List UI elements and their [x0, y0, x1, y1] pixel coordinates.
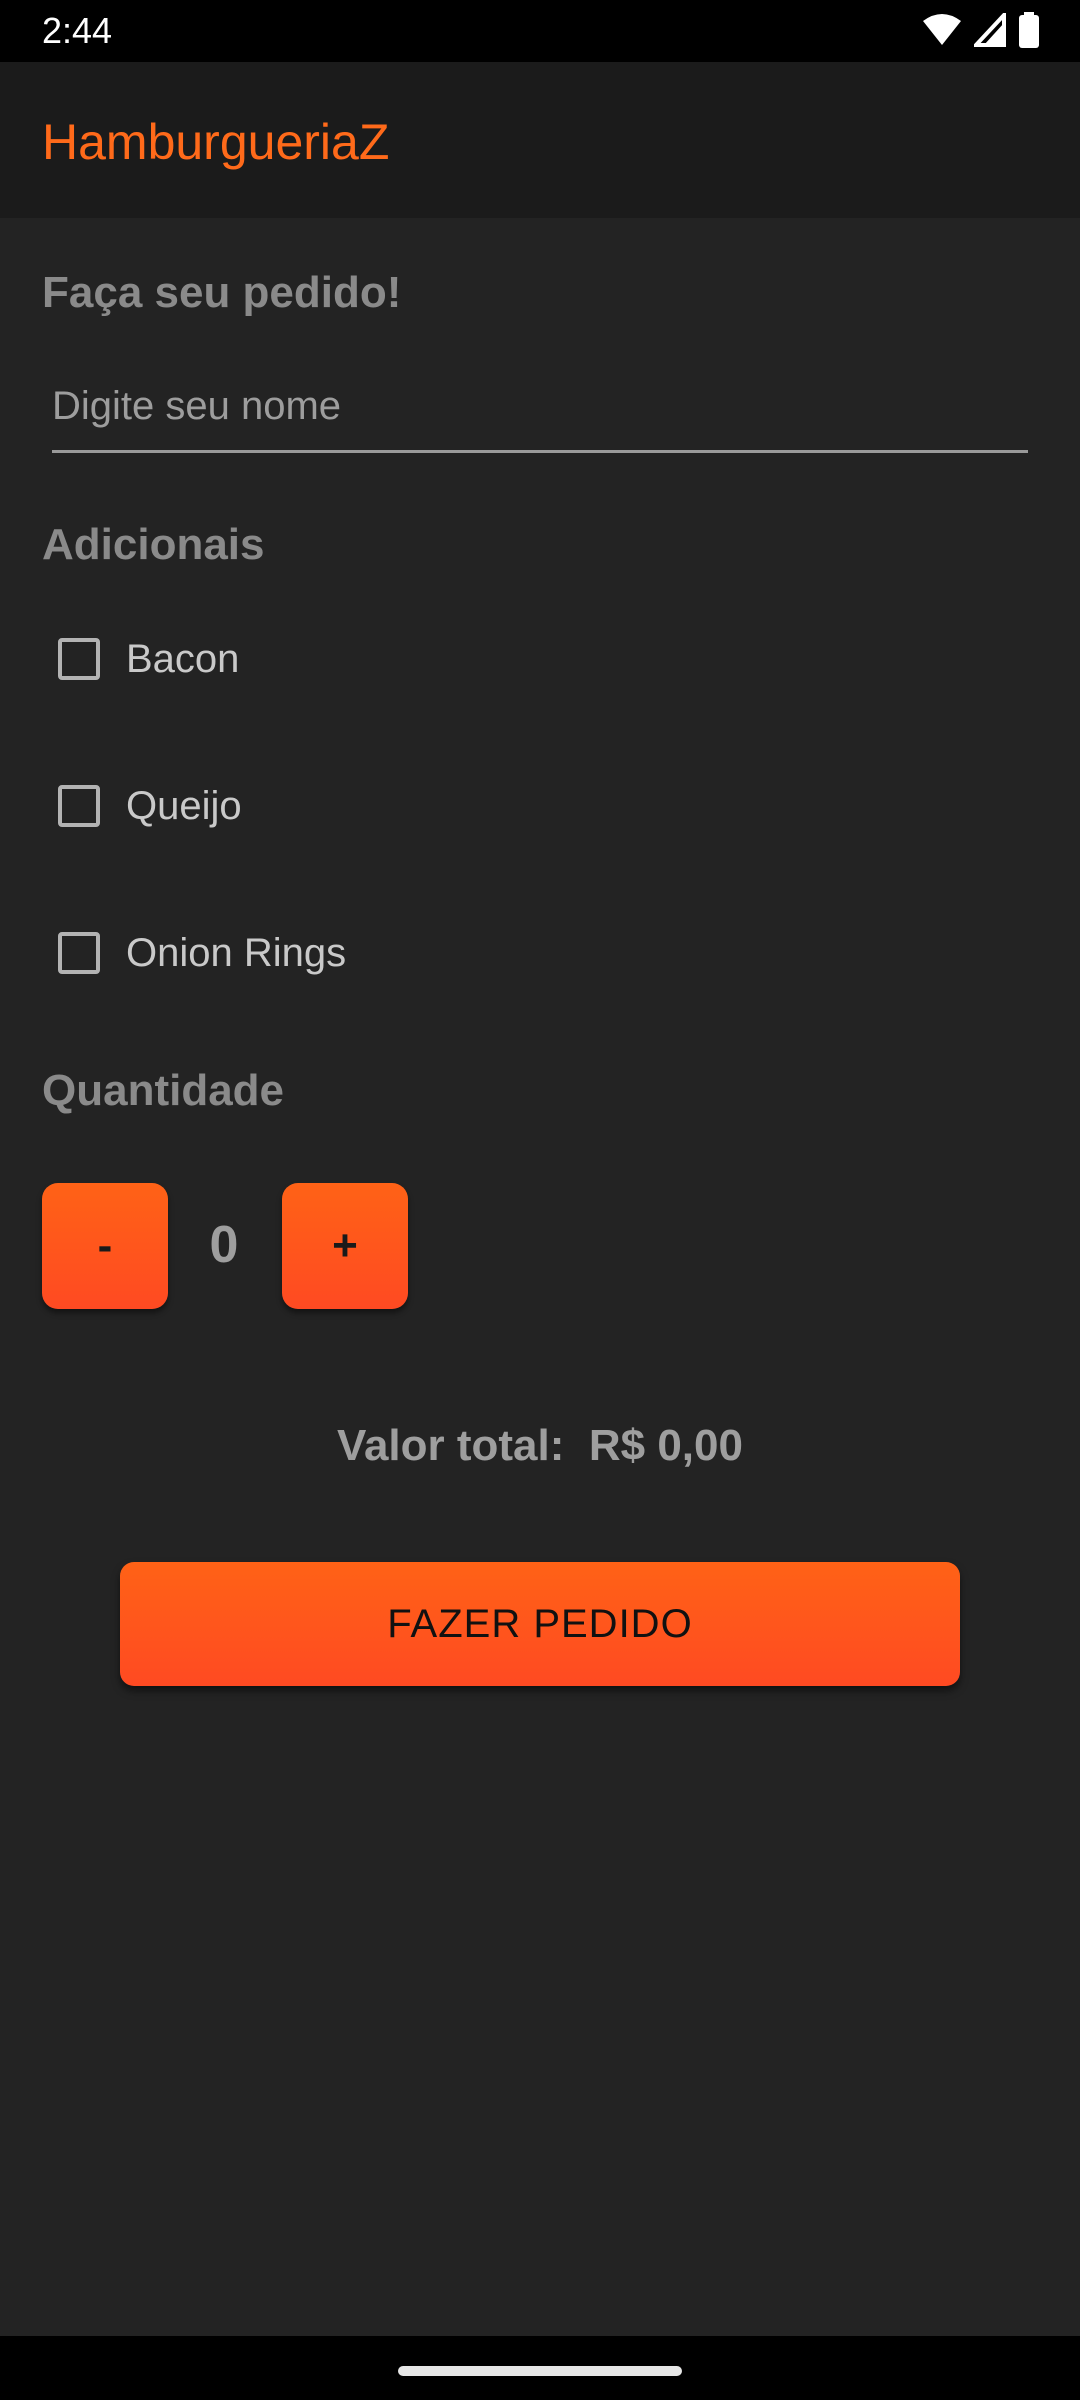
navigation-bar: [0, 2336, 1080, 2400]
place-order-button[interactable]: FAZER PEDIDO: [120, 1562, 960, 1686]
name-field-container: [52, 370, 1028, 453]
total-label: Valor total:: [337, 1421, 565, 1470]
checkbox-onion-rings[interactable]: Onion Rings: [58, 918, 346, 988]
status-time: 2:44: [42, 10, 113, 51]
checkbox-queijo[interactable]: Queijo: [58, 771, 242, 841]
checkbox-onion-rings-box[interactable]: [58, 932, 100, 974]
app-bar: HamburgueriaZ: [0, 62, 1080, 218]
total-row: Valor total: R$ 0,00: [0, 1418, 1080, 1474]
checkbox-bacon-box[interactable]: [58, 638, 100, 680]
checkbox-onion-rings-label: Onion Rings: [126, 930, 347, 975]
app-title: HamburgueriaZ: [42, 114, 390, 170]
status-icons: [922, 9, 1040, 53]
name-input[interactable]: [52, 370, 1028, 442]
signal-icon: [971, 9, 1006, 52]
checkbox-bacon-label: Bacon: [126, 636, 240, 681]
app-screen: 2:44 HamburgueriaZ Faça seu pedido! Digi…: [0, 0, 1080, 2400]
checkbox-bacon[interactable]: Bacon: [58, 624, 239, 694]
battery-icon: [1018, 11, 1040, 53]
total-separator: [564, 1421, 588, 1470]
status-bar: 2:44: [0, 0, 1080, 62]
increase-quantity-button[interactable]: +: [282, 1183, 408, 1309]
order-heading: Faça seu pedido!: [42, 268, 402, 317]
decrease-quantity-button[interactable]: -: [42, 1183, 168, 1309]
quantity-heading: Quantidade: [42, 1066, 285, 1115]
checkbox-queijo-label: Queijo: [126, 783, 242, 828]
extras-heading: Adicionais: [42, 520, 265, 569]
quantity-value: 0: [209, 1216, 239, 1274]
checkbox-queijo-box[interactable]: [58, 785, 100, 827]
wifi-icon: [922, 13, 962, 52]
total-value: R$ 0,00: [588, 1421, 743, 1470]
home-handle[interactable]: [398, 2366, 682, 2376]
